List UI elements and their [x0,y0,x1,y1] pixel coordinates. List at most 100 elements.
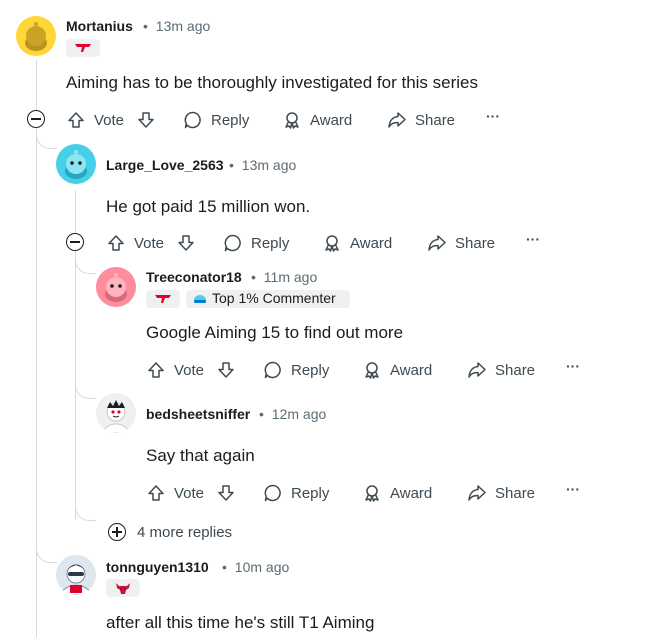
top-commenter-badge: Top 1% Commenter [186,290,350,308]
separator: • [222,559,227,575]
more-icon: ··· [566,358,580,374]
vote-label: Vote [94,111,125,129]
comment-meta: • 12m ago [259,406,326,422]
share-icon [388,112,406,128]
share-label: Share [495,361,536,379]
more-replies-link[interactable]: 4 more replies [137,524,232,541]
downvote-button[interactable] [216,483,236,503]
comment-text: Google Aiming 15 to find out more [146,323,404,342]
vote-label: Vote [174,484,205,502]
user-flair [106,579,140,597]
badge-label: Top 1% Commenter [212,290,336,306]
award-button[interactable]: Award [282,110,352,130]
avatar[interactable] [56,144,96,184]
arrow-up-icon [148,362,164,378]
more-options-button[interactable]: ··· [566,358,580,374]
collapse-thread-button[interactable] [66,233,84,251]
commenter-badge-icon [194,295,206,303]
comment-meta: • 13m ago [143,18,210,34]
arrow-down-icon [178,235,194,251]
award-label: Award [390,361,433,379]
award-button[interactable]: Award [322,233,392,253]
reply-button[interactable]: Reply [183,110,249,130]
share-button[interactable]: Share [427,233,495,253]
award-icon [365,362,379,379]
timestamp[interactable]: 12m ago [272,406,326,422]
thread-curve [75,253,96,274]
upvote-button[interactable]: Vote [146,360,204,380]
award-icon [365,485,379,502]
comment-bubble-icon [224,234,241,252]
award-label: Award [390,484,433,502]
username[interactable]: tonnguyen1310 [106,559,209,575]
more-icon: ··· [486,108,500,124]
avatar[interactable] [56,555,96,595]
upvote-button[interactable]: Vote [66,110,124,130]
award-button[interactable]: Award [362,360,432,380]
upvote-button[interactable]: Vote [146,483,204,503]
reply-button[interactable]: Reply [263,360,329,380]
username[interactable]: Large_Love_2563 [106,157,224,173]
award-label: Award [310,111,353,129]
share-icon [468,485,486,501]
username[interactable]: Treeconator18 [146,269,242,285]
arrow-up-icon [108,235,124,251]
timestamp[interactable]: 10m ago [235,559,289,575]
user-flair [146,290,180,308]
arrow-up-icon [68,112,84,128]
comment-bubble-icon [264,361,281,379]
share-button[interactable]: Share [387,110,455,130]
reply-label: Reply [251,234,290,252]
downvote-button[interactable] [176,233,196,253]
timestamp[interactable]: 13m ago [242,157,296,173]
reply-button[interactable]: Reply [223,233,289,253]
avatar[interactable] [96,393,136,433]
share-label: Share [455,234,496,252]
user-flair [66,39,100,57]
thread-curve [75,500,96,521]
upvote-button[interactable]: Vote [106,233,164,253]
more-icon: ··· [566,481,580,497]
reply-label: Reply [291,361,330,379]
award-icon [285,112,299,129]
username[interactable]: bedsheetsniffer [146,406,250,422]
vote-label: Vote [174,361,205,379]
more-options-button[interactable]: ··· [566,481,580,497]
comment-text: Say that again [146,446,255,465]
avatar[interactable] [16,16,56,56]
comment-meta: • 13m ago [229,157,296,173]
thread-curve [36,130,57,149]
share-button[interactable]: Share [467,360,535,380]
award-button[interactable]: Award [362,483,432,503]
comment-text: after all this time he's still T1 Aiming [106,613,375,632]
downvote-button[interactable] [216,360,236,380]
separator: • [143,18,148,34]
share-button[interactable]: Share [467,483,535,503]
more-options-button[interactable]: ··· [526,231,540,247]
thread-curve [36,542,57,563]
timestamp[interactable]: 11m ago [264,269,317,285]
arrow-down-icon [218,485,234,501]
share-label: Share [495,484,536,502]
comment-text: He got paid 15 million won. [106,197,311,216]
arrow-up-icon [148,485,164,501]
downvote-button[interactable] [136,110,156,130]
comment-bubble-icon [264,484,281,502]
expand-replies-icon[interactable] [108,523,126,541]
separator: • [251,269,256,285]
comment-meta: • 10m ago [222,559,289,575]
comment-bubble-icon [184,111,201,129]
more-options-button[interactable]: ··· [486,108,500,124]
reply-label: Reply [211,111,250,129]
share-icon [428,235,446,251]
collapse-thread-button[interactable] [27,110,45,128]
timestamp[interactable]: 13m ago [156,18,210,34]
bulls-logo-icon [116,583,130,594]
share-label: Share [415,111,456,129]
thread-curve [75,378,96,399]
reply-label: Reply [291,484,330,502]
username[interactable]: Mortanius [66,18,133,34]
reply-button[interactable]: Reply [263,483,329,503]
avatar[interactable] [96,267,136,307]
share-icon [468,362,486,378]
